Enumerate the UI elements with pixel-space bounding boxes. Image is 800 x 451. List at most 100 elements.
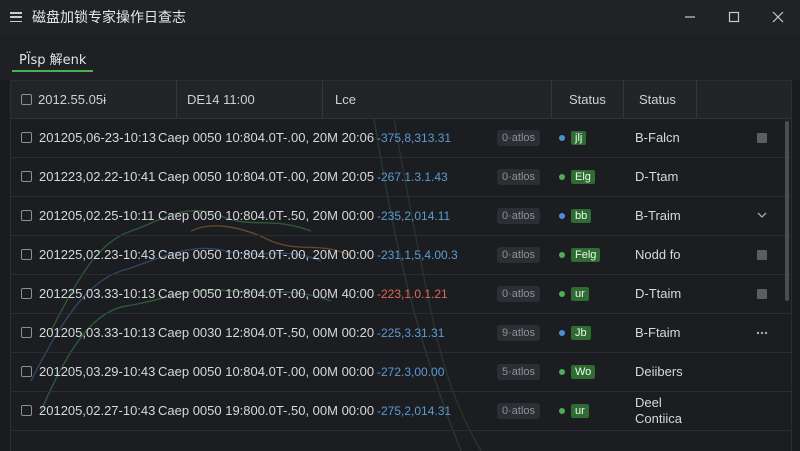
log-table: 2012.55.05ɨ DE14 11:00 Lce Status Status…: [10, 80, 792, 451]
status-text-line: Contiica: [635, 410, 682, 426]
table-row[interactable]: 201225,03.33-10:13 Caep 0050 10:804.0T-.0…: [11, 274, 791, 314]
close-button[interactable]: [756, 0, 800, 34]
row-date: 201205,03.33-10:13: [39, 325, 156, 340]
status-tag: Elg: [571, 169, 595, 184]
table-row[interactable]: 201205,03.29-10:43 Caep 0050 10:804.0T-.0…: [11, 352, 791, 392]
row-value: -235,2,014.11: [377, 208, 451, 223]
row-status-cell: bb: [559, 196, 592, 235]
close-icon: [772, 11, 784, 23]
maximize-icon: [728, 11, 740, 23]
status-text-line: B-Falcn: [635, 129, 680, 145]
vertical-scrollbar[interactable]: [785, 121, 789, 301]
row-date: 201223,02.22-10:41: [39, 169, 156, 184]
maximize-button[interactable]: [712, 0, 756, 34]
column-separator: [322, 81, 323, 118]
row-select-cell: [21, 352, 32, 391]
ratio-badge: 0·atlos: [497, 285, 541, 302]
square-icon: [757, 288, 767, 299]
row-select-cell: [21, 235, 32, 274]
row-checkbox[interactable]: [21, 132, 32, 143]
row-checkbox[interactable]: [21, 405, 32, 416]
row-status-text: D-Ttam: [635, 157, 678, 196]
row-code: Caep 0050 10:804.0T-.00, 00M 00:00: [158, 364, 375, 379]
row-status-text: B-Traim: [635, 196, 681, 235]
row-code: Caep 0050 10:804.0T-.00, 20M 20:05: [158, 169, 375, 184]
ratio-badge: 0·atlos: [497, 129, 541, 146]
row-ratio-cell: 5·atlos: [497, 352, 541, 391]
column-separator: [696, 81, 697, 118]
status-dot-icon: [559, 212, 565, 219]
header-col4[interactable]: Status: [569, 81, 606, 118]
table-row[interactable]: 201205,02.25-10:11 Caep 0050 10:804.0T-.5…: [11, 196, 791, 236]
table-row[interactable]: 201225,02.23-10:43 Caep 0050 10:804.0T-.0…: [11, 235, 791, 275]
tab-log[interactable]: Pl̈sp 解enk: [12, 46, 94, 72]
status-dot-icon: [559, 134, 565, 141]
row-date: 201205,06-23-10:13: [39, 130, 157, 145]
table-row[interactable]: 201205,02.27-10:43 Caep 0050 19:800.0T-.5…: [11, 391, 791, 431]
row-checkbox[interactable]: [21, 210, 32, 221]
row-action[interactable]: [753, 196, 771, 235]
row-status-cell: jlj: [559, 118, 587, 157]
column-separator: [623, 81, 624, 118]
row-checkbox[interactable]: [21, 249, 32, 260]
row-action[interactable]: [753, 352, 771, 391]
status-text-line: D-Ttaim: [635, 285, 682, 301]
row-ratio-cell: 0·atlos: [497, 391, 541, 430]
row-action[interactable]: [753, 313, 771, 352]
table-row[interactable]: 201205,06-23-10:13 Caep 0050 10:804.0T-.0…: [11, 118, 791, 158]
status-text-line: B-Ftaim: [635, 324, 681, 340]
status-dot-icon: [559, 251, 565, 258]
row-ratio-cell: 0·atlos: [497, 274, 541, 313]
select-all-checkbox[interactable]: [21, 94, 32, 105]
row-status-cell: ur: [559, 274, 589, 313]
row-ratio-cell: 0·atlos: [497, 118, 541, 157]
hamburger-menu-icon[interactable]: [10, 12, 22, 22]
row-status-text: Deiibers: [635, 352, 683, 391]
row-date: 201205,02.27-10:43: [39, 403, 156, 418]
row-checkbox[interactable]: [21, 366, 32, 377]
row-code: Caep 0050 10:804.0T-.00, 00M 40:00: [158, 286, 375, 301]
row-action[interactable]: [753, 235, 771, 274]
header-col1[interactable]: 2012.55.05ɨ: [38, 92, 106, 107]
table-row[interactable]: 201223,02.22-10:41 Caep 0050 10:804.0T-.0…: [11, 157, 791, 197]
row-status-cell: Jb: [559, 313, 591, 352]
status-tag: Wo: [571, 364, 596, 379]
minimize-button[interactable]: [668, 0, 712, 34]
row-code: Caep 0050 10:804.0T-.00, 20M 00:00: [158, 247, 375, 262]
row-ratio-cell: 0·atlos: [497, 235, 541, 274]
window-title: 磁盘加锁专家操作日查志: [32, 10, 186, 26]
status-dot-icon: [559, 368, 565, 375]
row-select-cell: [21, 313, 32, 352]
row-checkbox[interactable]: [21, 288, 32, 299]
status-tag: ur: [571, 403, 589, 418]
row-action[interactable]: [753, 118, 771, 157]
row-checkbox[interactable]: [21, 171, 32, 182]
square-icon: [757, 249, 767, 260]
row-select-cell: [21, 118, 32, 157]
row-value: -275,2,014.31: [377, 403, 452, 418]
header-col3[interactable]: Lce: [335, 81, 356, 118]
minimize-icon: [685, 16, 695, 18]
status-dot-icon: [559, 173, 565, 180]
row-value: -225,3.31.31: [377, 325, 445, 340]
status-text-line: B-Traim: [635, 207, 681, 223]
status-tag: bb: [571, 208, 592, 223]
title-bar: 磁盘加锁专家操作日查志: [0, 0, 800, 34]
row-action[interactable]: [753, 157, 771, 196]
row-select-cell: [21, 391, 32, 430]
row-ratio-cell: 9·atlos: [497, 313, 541, 352]
row-action[interactable]: [753, 391, 771, 430]
row-status-cell: ur: [559, 391, 589, 430]
row-code: Caep 0050 10:804.0T-.50, 20M 00:00: [158, 208, 375, 223]
row-select-cell: [21, 274, 32, 313]
header-col5[interactable]: Status: [639, 81, 676, 118]
table-row[interactable]: 201205,03.33-10:13 Caep 0030 12:804.0T-.5…: [11, 313, 791, 353]
status-dot-icon: [559, 329, 565, 336]
row-date: 201225,03.33-10:13: [39, 286, 156, 301]
row-action[interactable]: [753, 274, 771, 313]
header-col2[interactable]: DE14 11:00: [187, 81, 255, 118]
row-status-text: Nodd fo: [635, 235, 681, 274]
row-checkbox[interactable]: [21, 327, 32, 338]
ratio-badge: 0·atlos: [497, 246, 541, 263]
row-value: -223,1.0.1.21: [377, 286, 448, 301]
